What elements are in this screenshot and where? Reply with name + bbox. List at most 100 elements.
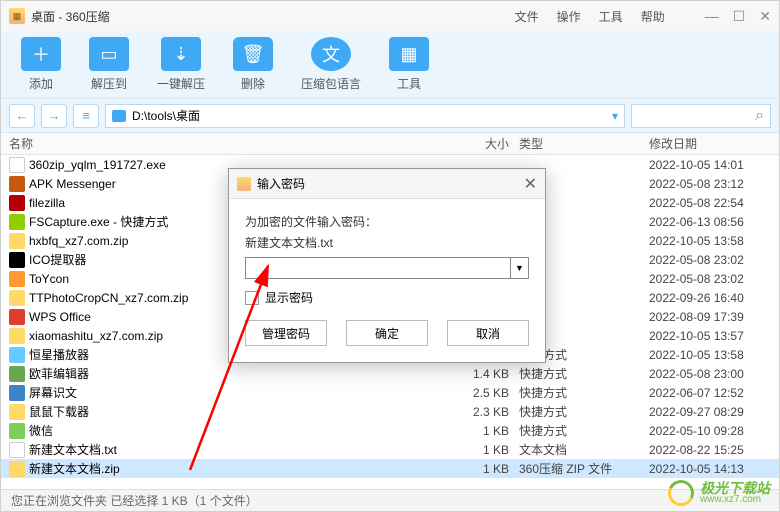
col-type[interactable]: 类型 <box>519 135 649 152</box>
file-icon <box>9 176 25 192</box>
file-icon <box>9 252 25 268</box>
file-row[interactable]: 微信1 KB快捷方式2022-05-10 09:28 <box>1 421 779 440</box>
file-row[interactable]: 新建文本文档.txt1 KB文本文档2022-08-22 15:25 <box>1 440 779 459</box>
file-date: 2022-09-27 08:29 <box>649 405 779 419</box>
watermark-url: www.xz7.com <box>700 495 770 505</box>
delete-button[interactable]: 🗑 删除 <box>233 37 273 92</box>
add-button[interactable]: ＋ 添加 <box>21 37 61 92</box>
search-icon: ⌕ <box>755 107 764 125</box>
dialog-body: 为加密的文件输入密码： 新建文本文档.txt ▼ 显示密码 管理密码 确定 取消 <box>229 199 545 362</box>
file-icon <box>9 214 25 230</box>
file-row[interactable]: 鼠鼠下载器2.3 KB快捷方式2022-09-27 08:29 <box>1 402 779 421</box>
file-date: 2022-06-13 08:56 <box>649 215 779 229</box>
file-icon <box>9 347 25 363</box>
password-filename: 新建文本文档.txt <box>245 234 529 251</box>
file-icon <box>9 385 25 401</box>
file-date: 2022-08-22 15:25 <box>649 443 779 457</box>
forward-button[interactable]: → <box>41 104 67 128</box>
file-type: 快捷方式 <box>519 403 649 420</box>
file-icon <box>9 157 25 173</box>
path-input[interactable]: D:\tools\桌面 ▾ <box>105 104 625 128</box>
view-mode-button[interactable]: ≡ <box>73 104 99 128</box>
file-name: 欧菲编辑器 <box>29 365 449 382</box>
menu-bar: 文件 操作 工具 帮助 <box>515 8 665 25</box>
oneclick-icon: ⇣ <box>161 37 201 71</box>
path-text: D:\tools\桌面 <box>132 107 200 124</box>
file-size: 2.3 KB <box>449 405 519 419</box>
dialog-close-button[interactable]: ✕ <box>524 174 537 194</box>
maximize-button[interactable]: ☐ <box>733 8 746 25</box>
menu-file[interactable]: 文件 <box>515 8 539 25</box>
file-row[interactable]: 欧菲编辑器1.4 KB快捷方式2022-05-08 23:00 <box>1 364 779 383</box>
file-date: 2022-10-05 13:58 <box>649 348 779 362</box>
file-icon <box>9 290 25 306</box>
file-date: 2022-10-05 14:01 <box>649 158 779 172</box>
file-date: 2022-08-09 17:39 <box>649 310 779 324</box>
watermark-logo-icon <box>664 476 697 509</box>
file-type: 快捷方式 <box>519 365 649 382</box>
cancel-button[interactable]: 取消 <box>447 320 529 346</box>
file-name: 新建文本文档.zip <box>29 460 449 477</box>
language-icon: 文 <box>311 37 351 71</box>
ok-button[interactable]: 确定 <box>346 320 428 346</box>
file-type: 快捷方式 <box>519 422 649 439</box>
dialog-titlebar: 输入密码 ✕ <box>229 169 545 199</box>
file-date: 2022-10-05 13:58 <box>649 234 779 248</box>
list-header: 名称 大小 类型 修改日期 <box>1 133 779 155</box>
tools-button[interactable]: ▦ 工具 <box>389 37 429 92</box>
menu-tool[interactable]: 工具 <box>599 8 623 25</box>
col-name[interactable]: 名称 <box>9 135 449 152</box>
manage-password-button[interactable]: 管理密码 <box>245 320 327 346</box>
password-input[interactable] <box>245 257 511 279</box>
file-icon <box>9 328 25 344</box>
col-date[interactable]: 修改日期 <box>649 135 779 152</box>
file-date: 2022-05-08 22:54 <box>649 196 779 210</box>
menu-operate[interactable]: 操作 <box>557 8 581 25</box>
file-icon <box>9 366 25 382</box>
file-icon <box>9 404 25 420</box>
menu-help[interactable]: 帮助 <box>641 8 665 25</box>
dialog-icon <box>237 177 251 191</box>
file-type: 文本文档 <box>519 441 649 458</box>
toolbar: ＋ 添加 ▭ 解压到 ⇣ 一键解压 🗑 删除 文 压缩包语言 ▦ 工具 <box>1 31 779 99</box>
file-row[interactable]: 屏幕识文2.5 KB快捷方式2022-06-07 12:52 <box>1 383 779 402</box>
file-date: 2022-05-08 23:02 <box>649 253 779 267</box>
file-row[interactable]: 新建文本文档.zip1 KB360压缩 ZIP 文件2022-10-05 14:… <box>1 459 779 478</box>
file-size: 1 KB <box>449 424 519 438</box>
window-controls: — ☐ ✕ <box>705 8 771 25</box>
col-size[interactable]: 大小 <box>449 135 519 152</box>
close-button[interactable]: ✕ <box>759 8 771 25</box>
file-icon <box>9 271 25 287</box>
file-date: 2022-05-08 23:12 <box>649 177 779 191</box>
password-dropdown-button[interactable]: ▼ <box>511 257 529 279</box>
tools-icon: ▦ <box>389 37 429 71</box>
dialog-title-text: 输入密码 <box>257 175 305 192</box>
file-size: 1 KB <box>449 462 519 476</box>
oneclick-extract-button[interactable]: ⇣ 一键解压 <box>157 37 205 92</box>
file-size: 2.5 KB <box>449 386 519 400</box>
show-password-checkbox[interactable] <box>245 291 259 305</box>
file-date: 2022-05-08 23:02 <box>649 272 779 286</box>
back-button[interactable]: ← <box>9 104 35 128</box>
status-text: 您正在浏览文件夹 已经选择 1 KB（1 个文件） <box>11 492 258 509</box>
file-icon <box>9 423 25 439</box>
file-icon <box>9 195 25 211</box>
app-icon: ▦ <box>9 8 25 24</box>
file-name: 鼠鼠下载器 <box>29 403 449 420</box>
file-name: 屏幕识文 <box>29 384 449 401</box>
watermark: 极光下载站 www.xz7.com <box>668 480 770 506</box>
minimize-button[interactable]: — <box>705 8 719 25</box>
titlebar: ▦ 桌面 - 360压缩 文件 操作 工具 帮助 — ☐ ✕ <box>1 1 779 31</box>
file-date: 2022-05-10 09:28 <box>649 424 779 438</box>
file-type: 快捷方式 <box>519 384 649 401</box>
window-title: 桌面 - 360压缩 <box>31 8 110 25</box>
file-date: 2022-10-05 13:57 <box>649 329 779 343</box>
computer-icon <box>112 110 126 122</box>
extract-button[interactable]: ▭ 解压到 <box>89 37 129 92</box>
path-dropdown-icon[interactable]: ▾ <box>612 109 618 123</box>
file-name: 新建文本文档.txt <box>29 441 449 458</box>
delete-icon: 🗑 <box>233 37 273 71</box>
file-icon <box>9 442 25 458</box>
search-input[interactable]: ⌕ <box>631 104 771 128</box>
language-button[interactable]: 文 压缩包语言 <box>301 37 361 92</box>
